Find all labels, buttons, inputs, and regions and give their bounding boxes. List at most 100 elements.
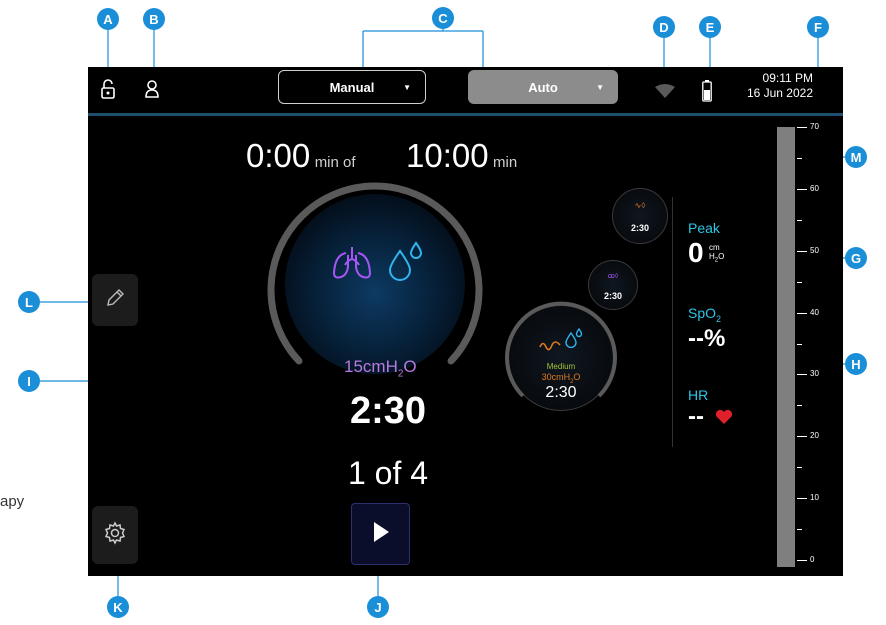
queue-pressure: 30cmH2O <box>509 372 613 385</box>
target-pressure: 15cmH2O <box>344 357 417 379</box>
gauge-tick-label: 70 <box>810 122 819 131</box>
callout-g: G <box>845 247 867 269</box>
gauge-major-tick <box>797 374 807 376</box>
spo2-label: SpO2 <box>688 305 721 324</box>
gauge-minor-tick <box>797 529 802 531</box>
wifi-icon <box>654 83 676 102</box>
callout-l: L <box>18 291 40 313</box>
queue-duration: 2:30 <box>630 223 649 233</box>
mode-auto-dropdown[interactable]: Auto ▼ <box>468 70 618 104</box>
peak-label: Peak <box>688 220 720 236</box>
callout-m: M <box>845 146 867 168</box>
callout-b: B <box>143 8 165 30</box>
hr-label: HR <box>688 387 709 403</box>
gauge-tick-label: 40 <box>810 307 819 317</box>
mode-auto-label: Auto <box>528 79 558 95</box>
mode-manual-label: Manual <box>329 79 375 95</box>
heart-icon <box>715 409 733 429</box>
pencil-icon <box>105 288 125 312</box>
callout-e: E <box>699 16 721 38</box>
queue-duration: 2:30 <box>603 291 622 301</box>
gauge-tick-label: 0 <box>810 555 815 564</box>
gauge-major-tick <box>797 250 807 252</box>
callout-a: A <box>97 8 119 30</box>
edit-button[interactable] <box>92 274 138 326</box>
peak-unit-bottom: H2O <box>709 252 724 266</box>
target-pressure-suffix: O <box>403 357 417 376</box>
droplet-icon <box>564 327 584 352</box>
unlock-icon[interactable] <box>100 79 116 103</box>
gauge-minor-tick <box>797 281 802 283</box>
gauge-major-tick <box>797 498 807 500</box>
callout-k: K <box>107 596 129 618</box>
queue-pressure-suffix: O <box>573 372 581 382</box>
callout-j: J <box>367 596 389 618</box>
caption-fragment: apy <box>0 493 25 510</box>
gauge-major-tick <box>797 127 807 128</box>
queue-pressure-value: 30cmH <box>541 372 571 382</box>
gauge-tick-label: 30 <box>810 369 819 379</box>
gauge-tick-label: 20 <box>810 431 819 441</box>
gauge-major-tick <box>797 312 807 314</box>
gauge-tick-label: 60 <box>810 183 819 193</box>
device-screen: Manual ▼ Auto ▼ 09:11 PM 16 Jun 2022 0:0… <box>88 67 843 576</box>
peak-value: 0 <box>688 237 704 268</box>
callout-f: F <box>807 16 829 38</box>
spo2-label-text: SpO <box>688 305 717 321</box>
callout-h: H <box>845 353 867 375</box>
clock: 09:11 PM 16 Jun 2022 <box>747 71 813 101</box>
elapsed-value: 0:00 <box>246 137 311 174</box>
queue-duration: 2:30 <box>545 384 577 401</box>
gauge-minor-tick <box>797 157 802 159</box>
queue-intensity: Medium <box>546 362 576 371</box>
queue-step-3[interactable]: ꝏ◊ 2:30 <box>588 260 638 310</box>
total-unit: min <box>493 154 518 171</box>
gauge-tick-label: 50 <box>810 245 819 255</box>
peak-unit: cm H2O <box>709 243 724 266</box>
gauge-minor-tick <box>797 467 802 469</box>
wave-icon <box>539 336 561 355</box>
hr-value: -- <box>688 403 704 431</box>
gear-icon <box>103 521 127 549</box>
lungs-icon <box>331 245 373 285</box>
gauge-tick-label: 10 <box>810 493 819 503</box>
clock-date: 16 Jun 2022 <box>746 86 813 100</box>
play-button[interactable] <box>351 503 410 565</box>
callout-c: C <box>432 7 454 29</box>
queue-mini-icons: ∿◊ <box>634 201 646 210</box>
queue-step-medium[interactable]: Medium 30cmH2O 2:30 <box>505 301 617 411</box>
spo2-value: --% <box>688 325 726 352</box>
chevron-down-icon: ▼ <box>596 82 604 92</box>
user-icon[interactable] <box>144 79 160 103</box>
pressure-gauge-bar <box>777 127 795 567</box>
play-icon <box>372 521 390 547</box>
gauge-major-tick <box>797 188 807 190</box>
target-pressure-value: 15cmH <box>344 357 398 376</box>
callout-i: I <box>18 370 40 392</box>
settings-button[interactable] <box>92 506 138 564</box>
gauge-major-tick <box>797 560 807 561</box>
current-step-circle <box>285 194 465 374</box>
total-value: 10:00 <box>406 137 489 174</box>
droplet-icon <box>386 241 426 285</box>
queue-mini-icons: ꝏ◊ <box>607 273 619 280</box>
gauge-major-tick <box>797 436 807 438</box>
clock-time: 09:11 PM <box>762 71 813 85</box>
queue-step-4[interactable]: ∿◊ 2:30 <box>612 188 668 244</box>
vitals-divider <box>672 197 673 447</box>
peak-unit-o: O <box>718 252 725 261</box>
gauge-minor-tick <box>797 219 802 221</box>
elapsed-unit: min of <box>314 154 356 171</box>
top-bar: Manual ▼ Auto ▼ 09:11 PM 16 Jun 2022 <box>88 67 843 113</box>
battery-icon <box>702 80 712 106</box>
top-divider <box>88 113 843 116</box>
elapsed-time: 0:00 min of <box>246 137 356 175</box>
gauge-minor-tick <box>797 405 802 407</box>
step-counter: 1 of 4 <box>347 455 429 491</box>
total-time: 10:00 min <box>406 137 517 175</box>
peak-unit-top: cm <box>709 243 720 252</box>
mode-manual-dropdown[interactable]: Manual ▼ <box>278 70 426 104</box>
chevron-down-icon: ▼ <box>403 82 411 92</box>
gauge-minor-tick <box>797 343 802 345</box>
spo2-label-sub: 2 <box>716 313 722 324</box>
